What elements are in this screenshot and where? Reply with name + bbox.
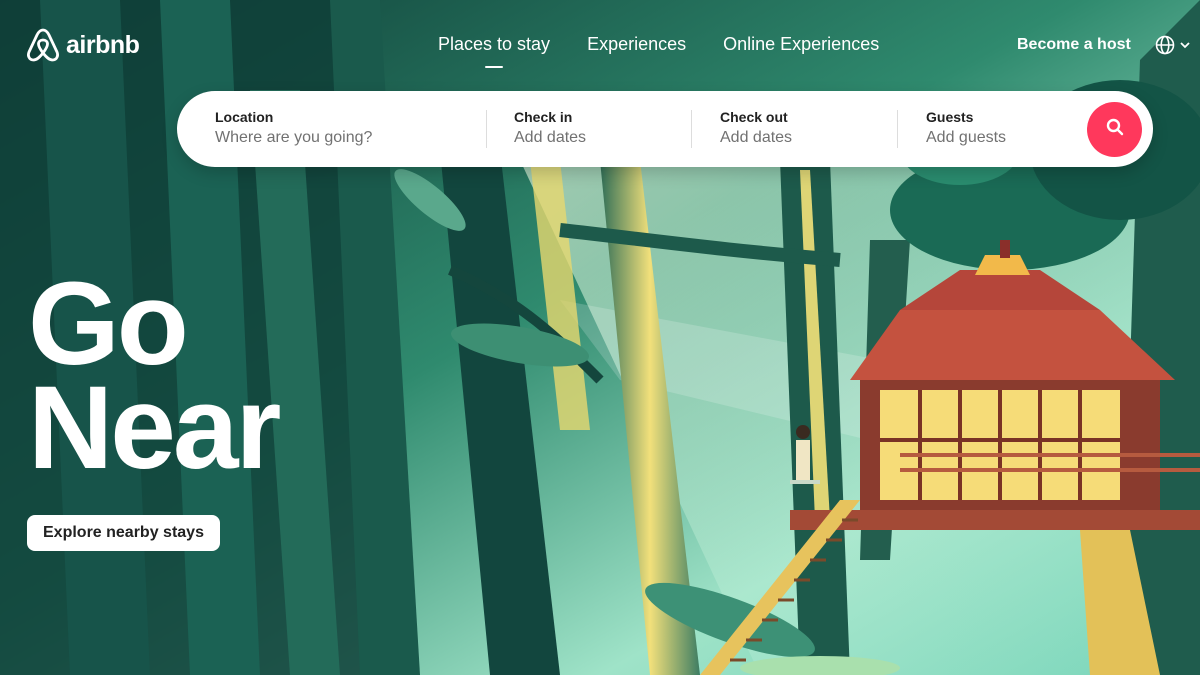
search-icon	[1105, 117, 1125, 142]
check-in-field[interactable]: Check in Add dates	[514, 91, 694, 167]
search-bar: Location Check in Add dates Check out Ad…	[177, 91, 1153, 167]
guests-label: Guests	[926, 109, 974, 125]
location-label: Location	[215, 109, 274, 125]
search-divider	[691, 110, 692, 148]
search-divider	[486, 110, 487, 148]
globe-icon	[1155, 35, 1175, 55]
brand-name: airbnb	[66, 30, 140, 59]
nav-tab-places-to-stay[interactable]: Places to stay	[438, 34, 550, 68]
airbnb-logo[interactable]: airbnb	[26, 26, 140, 64]
headline-line-1: Go	[28, 258, 189, 390]
become-a-host-link[interactable]: Become a host	[1017, 36, 1131, 54]
check-out-field[interactable]: Check out Add dates	[720, 91, 900, 167]
check-in-value: Add dates	[514, 129, 587, 146]
check-out-label: Check out	[720, 109, 788, 125]
chevron-down-icon	[1179, 39, 1191, 51]
language-selector[interactable]	[1155, 35, 1191, 55]
guests-value: Add guests	[926, 129, 1007, 146]
guests-field[interactable]: Guests Add guests	[926, 91, 1076, 167]
headline-line-2: Near	[28, 362, 281, 494]
search-button[interactable]	[1087, 102, 1142, 157]
location-input[interactable]	[215, 129, 465, 147]
primary-nav: Places to stay Experiences Online Experi…	[438, 34, 879, 68]
search-divider	[897, 110, 898, 148]
explore-nearby-stays-button[interactable]: Explore nearby stays	[27, 515, 220, 551]
nav-tab-experiences[interactable]: Experiences	[587, 34, 686, 55]
airbnb-belo-icon	[26, 26, 60, 64]
location-field[interactable]: Location	[215, 91, 505, 167]
hero-headline: Go Near	[28, 258, 281, 494]
check-out-value: Add dates	[720, 129, 793, 146]
check-in-label: Check in	[514, 109, 573, 125]
top-navigation: airbnb Places to stay Experiences Online…	[0, 0, 1200, 90]
nav-tab-online-experiences[interactable]: Online Experiences	[723, 34, 879, 55]
